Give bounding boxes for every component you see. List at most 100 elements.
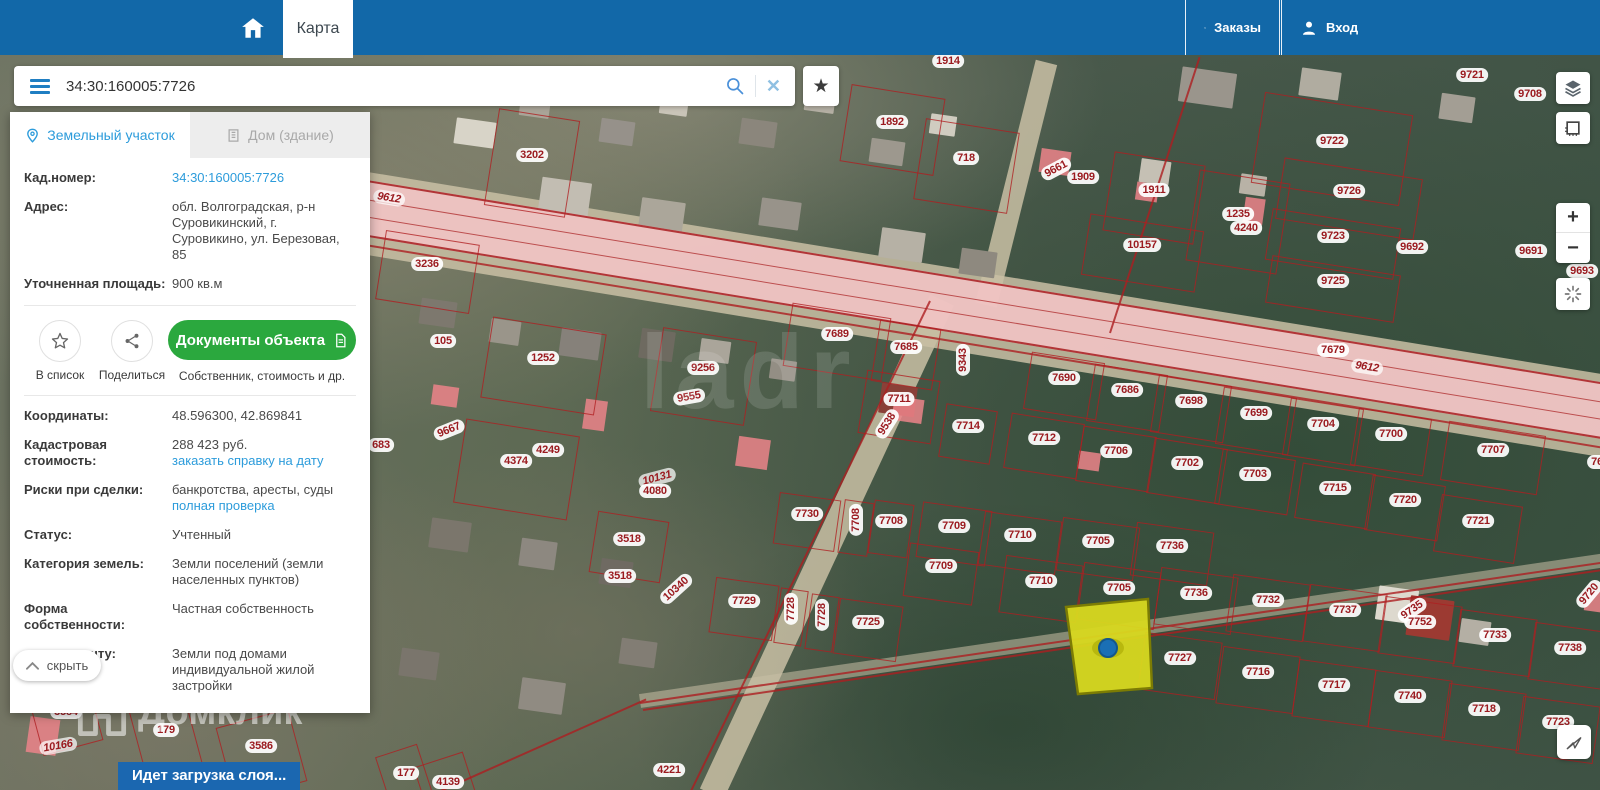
- parcel-outline[interactable]: [912, 118, 1020, 214]
- parcel-number-label[interactable]: 10157: [1123, 238, 1161, 252]
- field-link[interactable]: заказать справку на дату: [172, 453, 324, 469]
- parcel-number-label[interactable]: 7718: [1468, 702, 1500, 716]
- parcel-number-label[interactable]: 9691: [1515, 244, 1547, 258]
- parcel-number-label[interactable]: 1235: [1222, 207, 1254, 221]
- parcel-number-label[interactable]: 7711: [883, 392, 915, 406]
- parcel-outline[interactable]: [1003, 412, 1085, 480]
- parcel-number-label[interactable]: 177: [393, 766, 419, 780]
- parcel-outline[interactable]: [374, 230, 480, 314]
- add-to-list-button[interactable]: В список: [24, 320, 96, 382]
- tab-house-building[interactable]: Дом (здание): [190, 112, 370, 158]
- parcel-number-label[interactable]: 7703: [1239, 467, 1271, 481]
- parcel-number-label[interactable]: 7728: [815, 599, 829, 631]
- parcel-number-label[interactable]: 7685: [890, 340, 922, 354]
- parcel-outline[interactable]: [1225, 573, 1311, 643]
- field-link[interactable]: 34:30:160005:7726: [172, 170, 284, 186]
- parcel-number-label[interactable]: 9693: [1566, 264, 1598, 278]
- zoom-out-button[interactable]: −: [1556, 233, 1590, 263]
- parcel-number-label[interactable]: 683: [368, 438, 394, 452]
- parcel-number-label[interactable]: 7721: [1462, 514, 1494, 528]
- parcel-number-label[interactable]: 7717: [1318, 678, 1350, 692]
- parcel-outline[interactable]: [1367, 669, 1453, 739]
- parcel-number-label[interactable]: 7704: [1307, 417, 1339, 431]
- menu-icon[interactable]: [30, 78, 50, 94]
- parcel-number-label[interactable]: 76: [1587, 455, 1600, 469]
- parcel-number-label[interactable]: 3518: [613, 532, 645, 546]
- parcel-number-label[interactable]: 7702: [1171, 456, 1203, 470]
- parcel-number-label[interactable]: 4080: [639, 484, 671, 498]
- parcel-number-label[interactable]: 7729: [728, 594, 760, 608]
- object-documents-button[interactable]: Документы объекта: [168, 320, 356, 360]
- login-button[interactable]: Вход: [1281, 0, 1376, 55]
- parcel-number-label[interactable]: 9726: [1333, 184, 1365, 198]
- parcel-number-label[interactable]: 3236: [411, 257, 443, 271]
- parcel-outline[interactable]: [1432, 493, 1524, 565]
- parcel-outline[interactable]: [708, 576, 780, 642]
- parcel-number-label[interactable]: 3518: [604, 569, 636, 583]
- parcel-outline[interactable]: [1452, 608, 1538, 678]
- parcel-number-label[interactable]: 7712: [1028, 431, 1060, 445]
- measure-area-button[interactable]: [1556, 112, 1590, 144]
- parcel-number-label[interactable]: 7728: [784, 593, 798, 625]
- parcel-number-label[interactable]: 7706: [1100, 444, 1132, 458]
- parcel-number-label[interactable]: 9725: [1317, 274, 1349, 288]
- parcel-outline[interactable]: [1291, 658, 1377, 728]
- tab-map[interactable]: Карта: [283, 0, 353, 58]
- parcel-number-label[interactable]: 7708: [875, 514, 907, 528]
- parcel-number-label[interactable]: 9721: [1456, 68, 1488, 82]
- parcel-number-label[interactable]: 9692: [1396, 240, 1428, 254]
- parcel-number-label[interactable]: 7725: [852, 615, 884, 629]
- parcel-number-label[interactable]: 7705: [1082, 534, 1114, 548]
- parcel-outline[interactable]: [867, 499, 915, 559]
- parcel-number-label[interactable]: 7700: [1375, 427, 1407, 441]
- parcel-outline[interactable]: [1364, 474, 1446, 542]
- parcel-number-label[interactable]: 4240: [1230, 221, 1262, 235]
- parcel-number-label[interactable]: 7730: [791, 507, 823, 521]
- parcel-number-label[interactable]: 7737: [1329, 603, 1361, 617]
- parcel-number-label[interactable]: 7720: [1389, 493, 1421, 507]
- parcel-number-label[interactable]: 7732: [1252, 593, 1284, 607]
- parcel-number-label[interactable]: 7738: [1554, 641, 1586, 655]
- parcel-outline[interactable]: [483, 108, 581, 218]
- parcel-number-label[interactable]: 105: [430, 334, 456, 348]
- parcel-number-label[interactable]: 7705: [1103, 581, 1135, 595]
- parcel-number-label[interactable]: 10340: [657, 571, 695, 607]
- parcel-number-label[interactable]: 1892: [876, 115, 908, 129]
- parcel-number-label[interactable]: 1911: [1138, 183, 1170, 197]
- parcel-number-label[interactable]: 7698: [1175, 394, 1207, 408]
- parcel-number-label[interactable]: 7714: [952, 419, 984, 433]
- parcel-number-label[interactable]: 7709: [938, 519, 970, 533]
- parcel-number-label[interactable]: 7709: [925, 559, 957, 573]
- clear-search-icon[interactable]: ✕: [766, 76, 781, 97]
- favorite-button[interactable]: ★: [803, 66, 839, 106]
- parcel-outline[interactable]: [649, 326, 757, 426]
- parcel-outline[interactable]: [1075, 425, 1157, 493]
- parcel-number-label[interactable]: 4374: [500, 454, 532, 468]
- parcel-outline[interactable]: [1215, 645, 1301, 715]
- parcel-outline[interactable]: [902, 542, 980, 606]
- zoom-in-button[interactable]: +: [1556, 203, 1590, 233]
- parcel-number-label[interactable]: 7736: [1180, 586, 1212, 600]
- parcel-number-label[interactable]: 1914: [932, 54, 964, 68]
- share-button[interactable]: Поделиться: [96, 320, 168, 382]
- parcel-number-label[interactable]: 7699: [1240, 406, 1272, 420]
- parcel-number-label[interactable]: 7707: [1477, 443, 1509, 457]
- layers-button[interactable]: [1556, 72, 1590, 104]
- parcel-number-label[interactable]: 3202: [516, 148, 548, 162]
- parcel-number-label[interactable]: 718: [953, 151, 979, 165]
- parcel-outline[interactable]: [1441, 682, 1527, 752]
- tab-land-parcel[interactable]: Земельный участок: [10, 112, 190, 158]
- hide-panel-button[interactable]: скрыть: [13, 650, 101, 681]
- parcel-number-label[interactable]: 9256: [687, 361, 719, 375]
- parcel-number-label[interactable]: 9667: [431, 417, 467, 443]
- parcel-outline[interactable]: [1349, 407, 1433, 477]
- parcel-outline[interactable]: [1214, 448, 1296, 516]
- parcel-number-label[interactable]: 1909: [1067, 170, 1099, 184]
- parcel-number-label[interactable]: 7708: [849, 504, 863, 536]
- parcel-outline[interactable]: [857, 369, 941, 445]
- search-icon[interactable]: [725, 76, 745, 96]
- parcel-number-label[interactable]: 7690: [1048, 371, 1080, 385]
- parcel-number-label[interactable]: 3586: [245, 739, 277, 753]
- home-button[interactable]: [230, 8, 276, 48]
- parcel-number-label[interactable]: 7716: [1242, 665, 1274, 679]
